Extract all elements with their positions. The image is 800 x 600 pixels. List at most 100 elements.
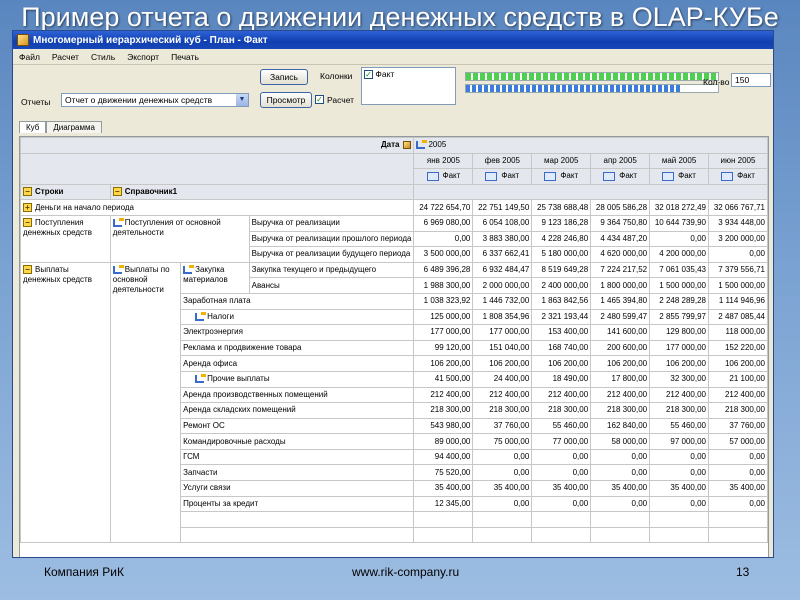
collapse-icon[interactable]: − — [23, 265, 32, 275]
header-row-months: янв 2005 фев 2005 мар 2005 апр 2005 май … — [20, 152, 768, 185]
table-cell: 37 760,00 — [472, 417, 533, 435]
calc-checkbox[interactable]: ✓ — [315, 95, 324, 104]
menu-export[interactable]: Экспорт — [127, 52, 159, 62]
table-cell: 6 489 396,28 — [413, 261, 474, 279]
table-cell: 35 400,00 — [472, 480, 533, 497]
table-cell: 0,00 — [531, 464, 592, 482]
tree-icon — [112, 217, 124, 227]
table-cell: 35 400,00 — [708, 480, 768, 497]
table-cell: 5 180 000,00 — [531, 246, 592, 263]
row-label-taxes[interactable]: Налоги — [180, 308, 415, 326]
view-button[interactable]: Просмотр — [260, 92, 312, 108]
chevron-down-icon[interactable]: ▼ — [236, 94, 248, 106]
table-cell — [590, 526, 651, 544]
table-cell: 106 200,00 — [649, 355, 709, 372]
expand-icon[interactable]: + — [23, 203, 32, 213]
reference-dimension-header[interactable]: − Справочник1 — [109, 183, 415, 201]
table-cell: 6 932 484,47 — [472, 261, 533, 279]
table-cell: 4 228 246,80 — [531, 230, 592, 248]
measure-icon — [426, 171, 439, 181]
table-cell: 1 114 946,96 — [708, 292, 768, 310]
table-cell — [472, 526, 533, 544]
table-cell: 75 520,00 — [413, 464, 474, 482]
table-cell: 57 000,00 — [708, 433, 768, 450]
progress-blue-fill — [466, 85, 681, 92]
table-cell: 3 934 448,00 — [708, 214, 768, 232]
save-button[interactable]: Запись — [260, 69, 308, 85]
year-header[interactable]: 2005 — [413, 137, 768, 154]
tab-cube[interactable]: Куб — [19, 121, 47, 133]
row-label-other[interactable]: Прочие выплаты — [180, 370, 415, 388]
header-row-dimensions: − Строки − Справочник1 — [20, 183, 768, 201]
measure-header[interactable]: Факт — [472, 168, 533, 185]
group-materials[interactable]: Закупка материалов — [180, 261, 250, 294]
month-header[interactable]: май 2005 — [649, 152, 709, 170]
row-label-opening[interactable]: + Деньги на начало периода — [20, 199, 415, 216]
menu-file[interactable]: Файл — [19, 52, 40, 62]
collapse-icon[interactable]: − — [23, 218, 32, 228]
measure-header[interactable]: Факт — [708, 168, 768, 185]
table-cell: 0,00 — [590, 464, 651, 482]
columns-fact-checkbox[interactable]: ✓ — [364, 70, 373, 80]
table-cell: 1 988 300,00 — [413, 277, 474, 294]
table-cell: 4 620 000,00 — [590, 246, 651, 263]
table-row-opening: + Деньги на начало периода 24 722 654,70 … — [20, 199, 768, 216]
row-label: Ремонт ОС — [180, 417, 415, 435]
progress-bar-blue — [465, 84, 719, 93]
table-cell: 12 345,00 — [413, 495, 474, 513]
qty-input[interactable]: 150 — [731, 73, 771, 87]
measure-header[interactable]: Факт — [649, 168, 709, 185]
tree-icon — [195, 374, 207, 384]
group-inflows-operating[interactable]: Поступления от основной деятельности — [109, 214, 250, 263]
menubar: Файл Расчет Стиль Экспорт Печать — [13, 49, 773, 65]
table-cell: 212 400,00 — [472, 386, 533, 404]
month-header[interactable]: янв 2005 — [413, 152, 474, 170]
table-cell: 99 120,00 — [413, 339, 474, 357]
collapse-icon[interactable]: − — [23, 187, 32, 197]
month-header[interactable]: июн 2005 — [708, 152, 768, 170]
table-cell: 32 066 767,71 — [708, 199, 768, 216]
table-cell: 218 300,00 — [708, 402, 768, 419]
collapse-icon[interactable]: − — [112, 187, 122, 197]
filter-icon[interactable] — [403, 141, 412, 150]
table-cell: 24 722 654,70 — [413, 199, 474, 216]
app-icon — [17, 34, 29, 46]
measure-icon — [603, 171, 616, 181]
table-cell: 77 000,00 — [531, 433, 592, 450]
month-header[interactable]: мар 2005 — [531, 152, 592, 170]
tree-icon — [416, 140, 428, 150]
footer-url[interactable]: www.rik-company.ru — [352, 565, 459, 579]
group-outflows[interactable]: − Выплаты денежных средств — [20, 261, 111, 544]
cube-window: Многомерный иерархический куб - План - Ф… — [12, 30, 774, 558]
table-cell: 55 460,00 — [649, 417, 709, 435]
table-cell: 7 379 556,71 — [708, 261, 768, 279]
table-cell: 106 200,00 — [472, 355, 533, 372]
header-blank — [20, 152, 415, 185]
reports-select[interactable]: Отчет о движении денежных средств ▼ — [61, 93, 249, 107]
table-cell — [413, 526, 474, 544]
group-outflows-operating[interactable]: Выплаты по основной деятельности — [109, 261, 182, 544]
menu-print[interactable]: Печать — [171, 52, 199, 62]
table-cell: 18 490,00 — [531, 370, 592, 388]
table-cell: 8 519 649,28 — [531, 261, 592, 279]
measure-header[interactable]: Факт — [413, 168, 474, 185]
measure-header[interactable]: Факт — [531, 168, 592, 185]
columns-list[interactable]: ✓ Факт — [361, 67, 456, 105]
qty-label: Кол-во — [703, 77, 730, 87]
row-label: Командировочные расходы — [180, 433, 415, 450]
month-header[interactable]: апр 2005 — [590, 152, 651, 170]
row-label: Аренда производственных помещений — [180, 386, 415, 404]
rows-dimension-header[interactable]: − Строки — [20, 183, 111, 201]
measure-header[interactable]: Факт — [590, 168, 651, 185]
table-cell: 2 480 599,47 — [590, 308, 651, 326]
month-header[interactable]: фев 2005 — [472, 152, 533, 170]
row-label: Услуги связи — [180, 480, 415, 497]
group-inflows[interactable]: − Поступления денежных средств — [20, 214, 111, 263]
menu-style[interactable]: Стиль — [91, 52, 115, 62]
header-filler — [413, 183, 768, 201]
table-cell: 9 364 750,80 — [590, 214, 651, 232]
tab-diagram[interactable]: Диаграмма — [46, 121, 102, 133]
table-cell: 1 500 000,00 — [708, 277, 768, 294]
table-cell: 58 000,00 — [590, 433, 651, 450]
menu-calc[interactable]: Расчет — [52, 52, 79, 62]
